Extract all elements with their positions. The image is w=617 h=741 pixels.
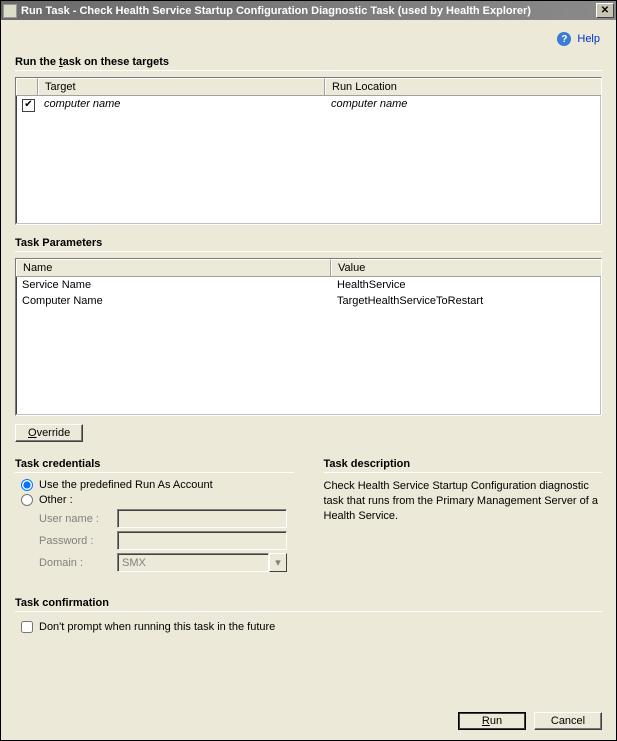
- label-text: un: [490, 715, 502, 727]
- domain-label: Domain :: [39, 557, 117, 569]
- password-field: [117, 531, 287, 550]
- param-value: TargetHealthServiceToRestart: [331, 293, 601, 309]
- radio-predef[interactable]: [21, 479, 33, 491]
- help-icon: ?: [557, 32, 571, 46]
- table-row[interactable]: computer name computer name: [16, 96, 601, 112]
- col-runlocation[interactable]: Run Location: [325, 78, 601, 95]
- param-name: Computer Name: [16, 293, 331, 309]
- run-task-dialog: Run Task - Check Health Service Startup …: [0, 0, 617, 741]
- param-name: Service Name: [16, 277, 331, 293]
- radio-predef-label: Use the predefined Run As Account: [39, 479, 213, 491]
- description-text: Check Health Service Startup Configurati…: [324, 479, 603, 524]
- chevron-down-icon: ▾: [269, 553, 287, 572]
- accel: U: [39, 513, 47, 525]
- confirmation-section-label: Task confirmation: [15, 597, 602, 611]
- params-grid[interactable]: Name Value Service Name HealthService Co…: [15, 258, 602, 416]
- target-runloc-cell: computer name: [325, 96, 601, 112]
- cancel-button[interactable]: Cancel: [534, 712, 602, 730]
- credentials-section-label: Task credentials: [15, 458, 294, 472]
- accel: R: [482, 715, 490, 727]
- targets-grid-header: Target Run Location: [16, 78, 601, 96]
- domain-field: [117, 553, 269, 572]
- domain-combo: ▾: [117, 553, 287, 572]
- col-value[interactable]: Value: [331, 259, 601, 276]
- dont-prompt-checkbox[interactable]: [21, 621, 33, 633]
- params-grid-body: Service Name HealthService Computer Name…: [16, 277, 601, 309]
- divider: [15, 472, 294, 473]
- radio-other[interactable]: [21, 494, 33, 506]
- radio-other-label: Other :: [39, 494, 73, 506]
- help-link[interactable]: Help: [577, 33, 600, 45]
- app-icon: [3, 4, 17, 18]
- footer-buttons: Run Cancel: [1, 706, 616, 740]
- targets-section-label: Run the task on these targets: [15, 56, 602, 70]
- targets-grid[interactable]: Target Run Location computer name comput…: [15, 77, 602, 225]
- username-field: [117, 509, 287, 528]
- dont-prompt-row[interactable]: Don't prompt when running this task in t…: [21, 621, 602, 633]
- divider: [324, 472, 603, 473]
- description-section-label: Task description: [324, 458, 603, 472]
- target-check-cell[interactable]: [16, 96, 38, 112]
- col-name[interactable]: Name: [16, 259, 331, 276]
- username-label: User name :: [39, 513, 117, 525]
- targets-grid-body: computer name computer name: [16, 96, 601, 112]
- label-text: verride: [37, 427, 71, 439]
- table-row[interactable]: Computer Name TargetHealthServiceToResta…: [16, 293, 601, 309]
- content-area: ? Help Run the task on these targets Tar…: [1, 20, 616, 706]
- domain-row: Domain : ▾: [39, 553, 294, 572]
- window-title: Run Task - Check Health Service Startup …: [21, 5, 531, 17]
- radio-other-row[interactable]: Other :: [21, 494, 294, 506]
- label-text: ser name :: [47, 513, 99, 525]
- params-section-label: Task Parameters: [15, 237, 602, 251]
- accel: D: [39, 557, 47, 569]
- password-label: Password :: [39, 535, 117, 547]
- label-text: Run the: [15, 56, 59, 68]
- titlebar[interactable]: Run Task - Check Health Service Startup …: [1, 1, 616, 20]
- override-button[interactable]: Override: [15, 424, 83, 442]
- divider: [15, 70, 602, 71]
- label-text: omain :: [47, 557, 83, 569]
- label-text: ask on these targets: [63, 56, 169, 68]
- label-text: assword :: [46, 535, 93, 547]
- close-button[interactable]: ✕: [596, 3, 614, 18]
- credentials-description-row: Task credentials Use the predefined Run …: [15, 456, 602, 575]
- username-row: User name :: [39, 509, 294, 528]
- radio-predef-row[interactable]: Use the predefined Run As Account: [21, 479, 294, 491]
- password-row: Password :: [39, 531, 294, 550]
- credentials-col: Task credentials Use the predefined Run …: [15, 456, 294, 575]
- col-target[interactable]: Target: [38, 78, 325, 95]
- accel: O: [28, 427, 37, 439]
- divider: [15, 251, 602, 252]
- override-row: Override: [15, 424, 602, 442]
- description-col: Task description Check Health Service St…: [324, 456, 603, 575]
- col-check[interactable]: [16, 78, 38, 95]
- params-grid-header: Name Value: [16, 259, 601, 277]
- target-name-cell: computer name: [38, 96, 325, 112]
- target-checkbox[interactable]: [22, 99, 35, 112]
- param-value: HealthService: [331, 277, 601, 293]
- run-button[interactable]: Run: [458, 712, 526, 730]
- table-row[interactable]: Service Name HealthService: [16, 277, 601, 293]
- help-row: ? Help: [15, 28, 602, 54]
- divider: [15, 611, 602, 612]
- dont-prompt-label: Don't prompt when running this task in t…: [39, 621, 275, 633]
